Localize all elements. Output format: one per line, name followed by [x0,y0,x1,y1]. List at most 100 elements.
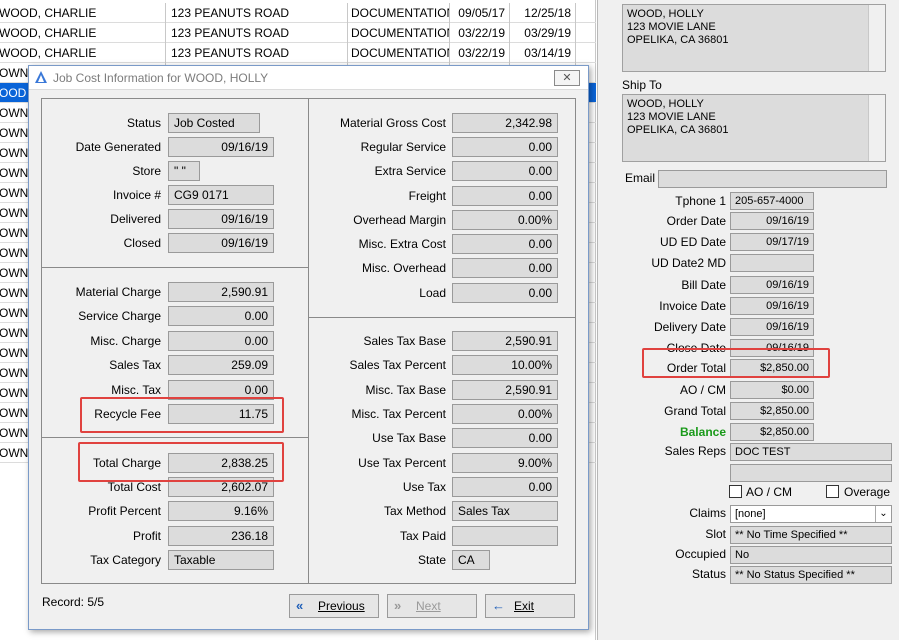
left-mid-field[interactable]: 259.09 [168,355,274,375]
arrow-left-icon: ← [492,598,505,613]
bill-address-scrollbar[interactable] [868,5,885,71]
close-button[interactable]: ✕ [554,70,580,86]
table-cell: 03/29/19 [510,23,576,43]
right-top-field[interactable]: 2,342.98 [452,113,558,133]
bill-address-box[interactable]: WOOD, HOLLY 123 MOVIE LANE OPELIKA, CA 3… [622,4,886,72]
right-top-label: Misc. Extra Cost [358,237,446,251]
sales-reps-label: Sales Reps [664,444,726,458]
double-arrow-left-icon: « [296,598,304,613]
left-bot-field[interactable]: 9.16% [168,501,274,521]
section-divider [308,317,576,318]
right-top-label: Regular Service [360,140,446,154]
right-bot-label: Sales Tax Base [363,334,447,348]
table-cell: 123 PEANUTS ROAD [168,43,348,63]
table-cell: DOCUMENTATION [348,23,450,43]
field-label: Tphone 1 [675,194,726,208]
right-bot-field[interactable] [452,526,558,546]
right-bot-field[interactable]: 10.00% [452,355,558,375]
right-top-field[interactable]: 0.00 [452,258,558,278]
left-top-field[interactable]: 09/16/19 [168,233,274,253]
occupied-field[interactable]: No [730,546,892,564]
field-value[interactable]: 09/16/19 [730,297,814,315]
sales-reps-field[interactable]: DOC TEST [730,443,892,461]
ship-address-line-2: 123 MOVIE LANE [627,111,716,123]
ship-address-scrollbar[interactable] [868,95,885,161]
left-top-field[interactable]: 09/16/19 [168,209,274,229]
exit-button-label: Exit [514,599,535,613]
chevron-down-icon[interactable]: ⌄ [875,506,891,522]
bill-address-line-2: 123 MOVIE LANE [627,21,716,33]
left-top-field[interactable]: CG9 0171 [168,185,274,205]
claims-value: [none] [735,508,766,520]
right-bot-field[interactable]: 0.00 [452,428,558,448]
field-value[interactable] [730,254,814,272]
claims-label: Claims [689,506,726,520]
right-top-field[interactable]: 0.00% [452,210,558,230]
table-cell: WOOD, CHARLIE [0,3,166,23]
dialog-titlebar[interactable]: Job Cost Information for WOOD, HOLLY ✕ [29,66,588,90]
right-top-field[interactable]: 0.00 [452,161,558,181]
field-value[interactable]: 09/17/19 [730,233,814,251]
table-row[interactable]: WOOD, CHARLIE 123 PEANUTS ROAD DOCUMENTATI… [0,43,596,63]
bill-address-line-3: OPELIKA, CA 36801 [627,34,729,46]
right-bot-field[interactable]: Sales Tax [452,501,558,521]
right-top-label: Overhead Margin [353,213,446,227]
right-bot-field[interactable]: 0.00% [452,404,558,424]
field-value[interactable]: 09/16/19 [730,318,814,336]
right-bot-field[interactable]: 2,590.91 [452,331,558,351]
overage-checkbox[interactable] [826,485,839,498]
right-bot-field[interactable]: 0.00 [452,477,558,497]
ao-cm-checkbox[interactable] [729,485,742,498]
ao-cm-check-label: AO / CM [746,485,793,499]
email-field[interactable] [658,170,887,188]
table-cell: 12/25/18 [510,3,576,23]
field-value[interactable]: $2,850.00 [730,423,814,441]
field-value[interactable]: $2,850.00 [730,402,814,420]
sales-reps-field-2[interactable] [730,464,892,482]
field-value[interactable]: 205-657-4000 [730,192,814,210]
exit-button[interactable]: ← Exit [485,594,575,618]
field-label: AO / CM [679,383,726,397]
table-row[interactable]: WOOD, CHARLIE 123 PEANUTS ROAD DOCUMENTATI… [0,3,596,23]
left-top-field[interactable]: Job Costed [168,113,260,133]
field-label: Grand Total [664,404,726,418]
field-label: Balance [679,425,726,439]
claims-select[interactable]: [none] ⌄ [730,505,892,523]
app-icon [35,71,47,83]
left-mid-field[interactable]: 0.00 [168,306,274,326]
right-top-label: Material Gross Cost [339,116,446,130]
table-cell: 123 PEANUTS ROAD [168,23,348,43]
status-field[interactable]: ** No Status Specified ** [730,566,892,584]
left-top-field[interactable]: 09/16/19 [168,137,274,157]
job-cost-panel: Status Job Costed Date Generated 09/16/19 St… [41,98,576,584]
left-top-label: Closed [123,236,161,250]
field-value[interactable]: 09/16/19 [730,276,814,294]
left-mid-field[interactable]: 0.00 [168,331,274,351]
left-bot-field[interactable]: Taxable [168,550,274,570]
left-bot-field[interactable]: 236.18 [168,526,274,546]
ship-address-line-3: OPELIKA, CA 36801 [627,124,729,136]
left-mid-label: Service Charge [78,309,161,323]
left-top-label: Invoice # [112,188,161,202]
left-mid-field[interactable]: 2,590.91 [168,282,274,302]
right-bot-field[interactable]: 9.00% [452,453,558,473]
right-bot-field[interactable]: 2,590.91 [452,380,558,400]
previous-button[interactable]: « Previous [289,594,379,618]
right-top-field[interactable]: 0.00 [452,186,558,206]
left-bot-label: Total Cost [107,480,161,494]
field-value[interactable]: 09/16/19 [730,212,814,230]
right-top-field[interactable]: 0.00 [452,137,558,157]
slot-field[interactable]: ** No Time Specified ** [730,526,892,544]
order-detail-panel: WOOD, HOLLY 123 MOVIE LANE OPELIKA, CA 3… [597,0,899,640]
right-bot-label: Misc. Tax Base [365,383,446,397]
left-bot-label: Profit Percent [88,504,161,518]
left-mid-label: Sales Tax [109,358,161,372]
next-button[interactable]: » Next [387,594,477,618]
right-top-field[interactable]: 0.00 [452,234,558,254]
field-value[interactable]: $0.00 [730,381,814,399]
ship-address-box[interactable]: WOOD, HOLLY 123 MOVIE LANE OPELIKA, CA 3… [622,94,886,162]
right-top-field[interactable]: 0.00 [452,283,558,303]
left-top-field[interactable]: " " [168,161,200,181]
right-bot-field[interactable]: CA [452,550,490,570]
table-row[interactable]: WOOD, CHARLIE 123 PEANUTS ROAD DOCUMENTATI… [0,23,596,43]
